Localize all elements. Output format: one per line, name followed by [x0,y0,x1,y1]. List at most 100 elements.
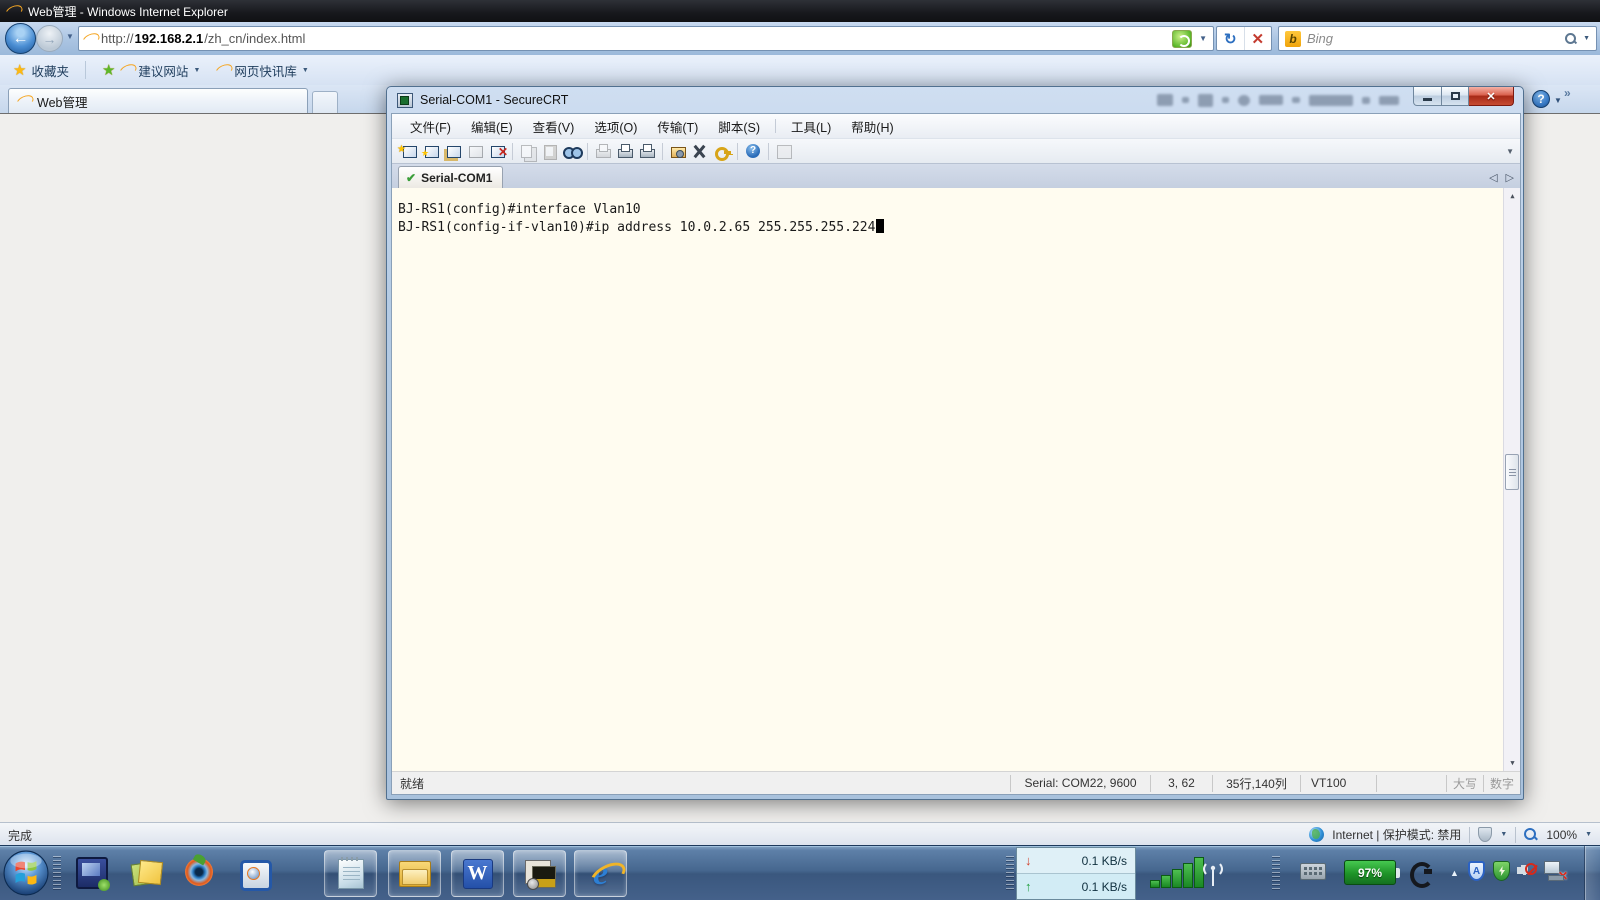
ie-help-button[interactable]: ? [1532,90,1550,108]
smartscreen-icon[interactable] [1478,827,1493,842]
media-app-icon[interactable] [184,857,216,889]
address-bar[interactable]: http://192.168.2.1/zh_cn/index.html ▼ [78,26,1214,51]
favorites-star-icon: ★ [13,62,27,79]
taskbar-button-explorer[interactable] [388,850,441,897]
menu-view[interactable]: 查看(V) [523,114,585,139]
terminal-line-1: BJ-RS1(config)#interface Vlan10 [398,202,641,217]
tab-web-admin[interactable]: Web管理 [8,88,308,113]
search-box[interactable]: b Bing ▼ [1278,26,1597,51]
power-plug-icon[interactable] [1408,860,1434,888]
print-setup-icon[interactable] [637,142,657,161]
search-input[interactable]: Bing [1307,31,1558,46]
taskbar-button-ie[interactable]: e [574,850,627,897]
toolbar-overflow-chevron[interactable]: » [1564,86,1571,100]
quick-connect-icon[interactable] [421,142,441,161]
session-tab-serial-com1[interactable]: ✔ Serial-COM1 [398,166,504,188]
security-shield-icon[interactable] [1493,861,1510,881]
ie-status-bar: 完成 Internet | 保护模式: 禁用 ▼ 100% ▼ [0,822,1600,845]
battery-indicator[interactable]: 97% [1344,860,1400,885]
crt-status-ready: 就绪 [400,776,425,791]
maximize-button[interactable] [1442,87,1469,106]
ie-help-dropdown[interactable]: ▼ [1554,96,1562,105]
tab-scroll-left-icon[interactable]: ◁ [1489,171,1497,184]
suggested-sites-label: 建议网站 [138,64,189,79]
global-options-icon[interactable] [690,142,710,161]
securecrt-app-icon [397,92,413,108]
recent-pages-dropdown[interactable]: ▼ [66,32,74,41]
menu-script[interactable]: 脚本(S) [708,114,770,139]
menu-edit[interactable]: 编辑(E) [461,114,523,139]
connect-in-tab-icon[interactable] [443,142,463,161]
remote-desktop-icon[interactable] [76,857,110,891]
taskbar-edge-strip[interactable] [1584,846,1600,900]
new-tab-button[interactable] [312,91,338,113]
favorites-button[interactable]: ★ 收藏夹 [8,58,74,83]
forward-button[interactable]: → [36,25,63,52]
print-icon [593,142,613,161]
zoom-icon[interactable] [1524,827,1538,842]
search-icon[interactable] [1564,32,1577,45]
refresh-stop-group: ↻ ✕ [1216,26,1272,51]
menu-transfer[interactable]: 传输(T) [647,114,708,139]
taskbar-button-word[interactable]: W [451,850,504,897]
securecrt-titlebar[interactable]: Serial-COM1 - SecureCRT ✕ [387,87,1523,113]
smartscreen-dropdown[interactable]: ▼ [1500,831,1507,838]
terminal-area[interactable]: BJ-RS1(config)#interface Vlan10 BJ-RS1(c… [392,188,1520,771]
key-generator-icon[interactable] [712,142,732,161]
start-button[interactable] [3,850,49,896]
scroll-up-icon[interactable]: ▲ [1504,188,1520,204]
status-cursor-position: 3, 62 [1149,774,1212,792]
disconnect-icon[interactable] [487,142,508,161]
antivirus-shield-icon[interactable]: A [1468,861,1485,881]
menu-help[interactable]: 帮助(H) [841,114,903,139]
back-button[interactable]: ← [5,23,36,54]
zoom-level[interactable]: 100% [1546,828,1577,842]
ie-window-title: Web管理 - Windows Internet Explorer [28,4,228,19]
suggested-sites-button[interactable]: ★ 建议网站 ▼ [97,58,205,83]
compatibility-view-icon[interactable] [1172,29,1193,48]
menu-tools[interactable]: 工具(L) [781,114,841,139]
sticky-notes-icon[interactable] [130,857,162,889]
help-icon[interactable] [743,142,763,161]
print-eject-icon[interactable] [615,142,635,161]
menu-file[interactable]: 文件(F) [400,114,461,139]
session-options-icon[interactable] [668,142,688,161]
tab-title: Web管理 [37,95,88,110]
vmware-icon[interactable] [238,857,272,891]
reconnect-icon [465,142,485,161]
network-status-icon[interactable]: ✕ [1544,861,1568,883]
refresh-button[interactable]: ↻ [1217,27,1245,50]
taskbar-button-securecrt[interactable] [513,850,566,897]
connect-icon[interactable] [397,142,419,161]
overlay-ghost-icons [1157,92,1399,108]
taskbar-button-notepad[interactable] [324,850,377,897]
toolbar-overflow-icon[interactable]: ▼ [1506,147,1514,156]
ie-app-icon [6,3,21,19]
tab-scroll-right-icon[interactable]: ▷ [1506,171,1514,184]
search-options-dropdown[interactable]: ▼ [1583,35,1590,42]
zoom-dropdown[interactable]: ▼ [1585,831,1592,838]
find-icon[interactable] [562,142,583,161]
close-button[interactable]: ✕ [1469,87,1514,106]
terminal-scrollbar[interactable]: ▲ ▼ [1503,188,1520,771]
scrollbar-thumb[interactable] [1505,454,1519,490]
taskbar-grip [1006,856,1014,892]
signal-strength-widget[interactable] [1150,854,1226,894]
suggested-sites-dropdown: ▼ [193,66,201,74]
volume-muted-icon[interactable] [1517,862,1537,880]
minimize-button[interactable] [1413,87,1442,106]
securecrt-icon [524,859,556,890]
show-hidden-icons-button[interactable]: ▲ [1450,868,1459,878]
status-emulation: VT100 [1299,774,1376,792]
menu-options[interactable]: 选项(O) [584,114,647,139]
favorites-label: 收藏夹 [31,64,69,79]
network-speed-widget[interactable]: ↓ 0.1 KB/s ↑ 0.1 KB/s [1016,847,1136,900]
status-serial-info: Serial: COM22, 9600 [1009,774,1150,792]
stop-button[interactable]: ✕ [1245,27,1272,50]
notepad-icon [337,856,364,889]
web-slices-button[interactable]: 网页快讯库 ▼ [211,58,313,83]
keyboard-tray-icon[interactable] [1300,863,1326,880]
address-dropdown[interactable]: ▼ [1197,34,1209,43]
scroll-down-icon[interactable]: ▼ [1504,755,1520,771]
securecrt-toolbar: ▼ [392,138,1520,163]
